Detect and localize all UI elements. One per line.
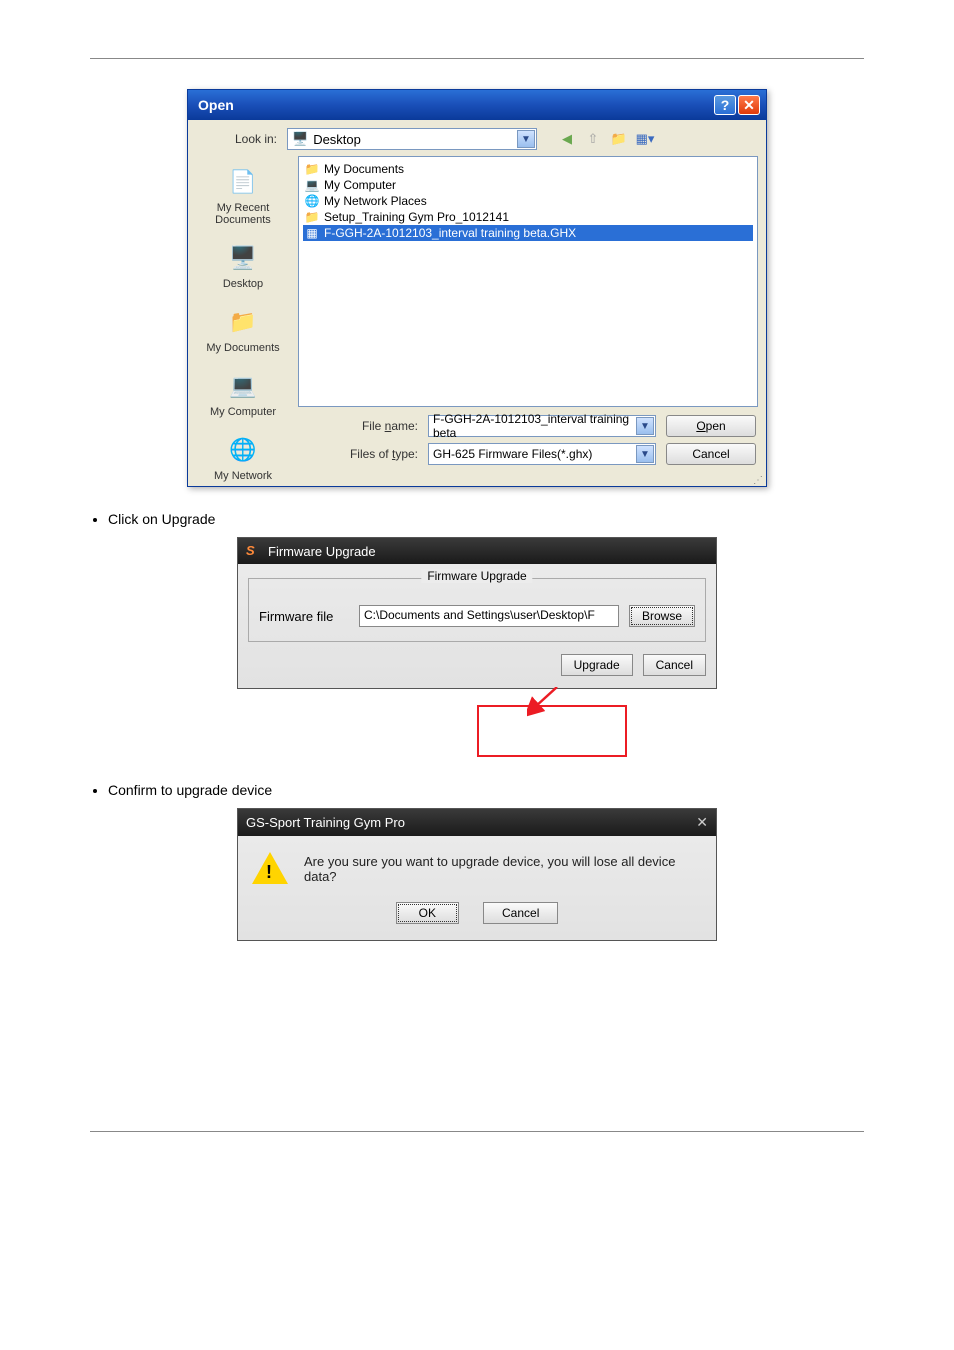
firmware-file-input[interactable]: C:\Documents and Settings\user\Desktop\F <box>359 605 619 627</box>
dialog-title: Firmware Upgrade <box>268 544 376 559</box>
filetype-label: Files of type: <box>308 447 418 461</box>
lookin-label: Look in: <box>196 132 281 146</box>
dialog-title: GS-Sport Training Gym Pro <box>246 815 405 830</box>
places-bar: 📄 My Recent Documents 🖥️ Desktop 📁 My Do… <box>188 154 298 486</box>
dialog-title: Open <box>198 97 234 113</box>
open-button[interactable]: Open <box>666 415 756 437</box>
list-item[interactable]: 📁 Setup_Training Gym Pro_1012141 <box>303 209 753 225</box>
folder-icon: 📁 <box>304 210 320 224</box>
list-item[interactable]: 📁 My Documents <box>303 161 753 177</box>
close-button[interactable]: ✕ <box>738 95 760 115</box>
open-file-dialog: Open ? ✕ Look in: 🖥️ Desktop ▼ ◀ ⇧ 📁 ▦▾ <box>187 89 767 487</box>
sidebar-computer[interactable]: 💻 My Computer <box>192 362 294 424</box>
views-icon[interactable]: ▦▾ <box>635 129 655 149</box>
confirm-dialog: GS-Sport Training Gym Pro ✕ Are you sure… <box>237 808 717 941</box>
sidebar-recent[interactable]: 📄 My Recent Documents <box>192 158 294 232</box>
cancel-button[interactable]: Cancel <box>643 654 706 676</box>
list-item-selected[interactable]: ▦ F-GGH-2A-1012103_interval training bet… <box>303 225 753 241</box>
help-button[interactable]: ? <box>714 95 736 115</box>
cancel-button[interactable]: Cancel <box>483 902 558 924</box>
list-item[interactable]: 💻 My Computer <box>303 177 753 193</box>
back-icon[interactable]: ◀ <box>557 129 577 149</box>
sidebar-network[interactable]: 🌐 My Network <box>192 426 294 482</box>
upgrade-button[interactable]: Upgrade <box>561 654 633 676</box>
new-folder-icon[interactable]: 📁 <box>609 129 629 149</box>
chevron-down-icon[interactable]: ▼ <box>517 130 535 148</box>
chevron-down-icon[interactable]: ▼ <box>636 445 654 463</box>
chevron-down-icon[interactable]: ▼ <box>636 417 654 435</box>
browse-button[interactable]: Browse <box>629 605 695 627</box>
footer-rule <box>90 1131 864 1132</box>
folder-icon: 📁 <box>304 162 320 176</box>
cancel-button[interactable]: Cancel <box>666 443 756 465</box>
filename-label: File name: <box>308 419 418 433</box>
app-icon: S <box>246 543 262 559</box>
dialog-titlebar[interactable]: Open ? ✕ <box>188 90 766 120</box>
lookin-select[interactable]: 🖥️ Desktop ▼ <box>287 128 537 150</box>
file-list[interactable]: 📁 My Documents 💻 My Computer 🌐 My Networ… <box>298 156 758 407</box>
computer-icon: 💻 <box>223 368 263 404</box>
desktop-icon: 🖥️ <box>292 131 308 147</box>
documents-icon: 📁 <box>223 304 263 340</box>
firmware-file-label: Firmware file <box>259 609 349 624</box>
confirm-message: Are you sure you want to upgrade device,… <box>304 850 702 884</box>
filename-input[interactable]: F-GGH-2A-1012103_interval training beta … <box>428 415 656 437</box>
list-item[interactable]: 🌐 My Network Places <box>303 193 753 209</box>
ok-button[interactable]: OK <box>396 902 459 924</box>
close-icon[interactable]: ✕ <box>696 814 708 831</box>
file-icon: ▦ <box>304 226 320 240</box>
annotation-arrow <box>237 693 717 758</box>
lookin-value: Desktop <box>313 132 361 147</box>
warning-icon <box>252 850 288 886</box>
instruction-bullet: Confirm to upgrade device <box>108 782 864 798</box>
firmware-upgrade-dialog: S Firmware Upgrade Firmware Upgrade Firm… <box>237 537 717 689</box>
computer-icon: 💻 <box>304 178 320 192</box>
filetype-select[interactable]: GH-625 Firmware Files(*.ghx) ▼ <box>428 443 656 465</box>
instruction-bullet: Click on Upgrade <box>108 511 864 527</box>
firmware-group: Firmware Upgrade Firmware file C:\Docume… <box>248 578 706 642</box>
dialog-titlebar[interactable]: GS-Sport Training Gym Pro ✕ <box>238 809 716 836</box>
resize-grip[interactable]: ⋰ <box>298 475 766 486</box>
network-icon: 🌐 <box>304 194 320 208</box>
sidebar-documents[interactable]: 📁 My Documents <box>192 298 294 360</box>
header-rule <box>90 58 864 59</box>
up-icon[interactable]: ⇧ <box>583 129 603 149</box>
dialog-titlebar[interactable]: S Firmware Upgrade <box>238 538 716 564</box>
network-icon: 🌐 <box>223 432 263 468</box>
recent-icon: 📄 <box>223 164 263 200</box>
group-legend: Firmware Upgrade <box>421 569 532 583</box>
desktop-icon: 🖥️ <box>223 240 263 276</box>
sidebar-desktop[interactable]: 🖥️ Desktop <box>192 234 294 296</box>
annotation-highlight-box <box>477 705 627 757</box>
